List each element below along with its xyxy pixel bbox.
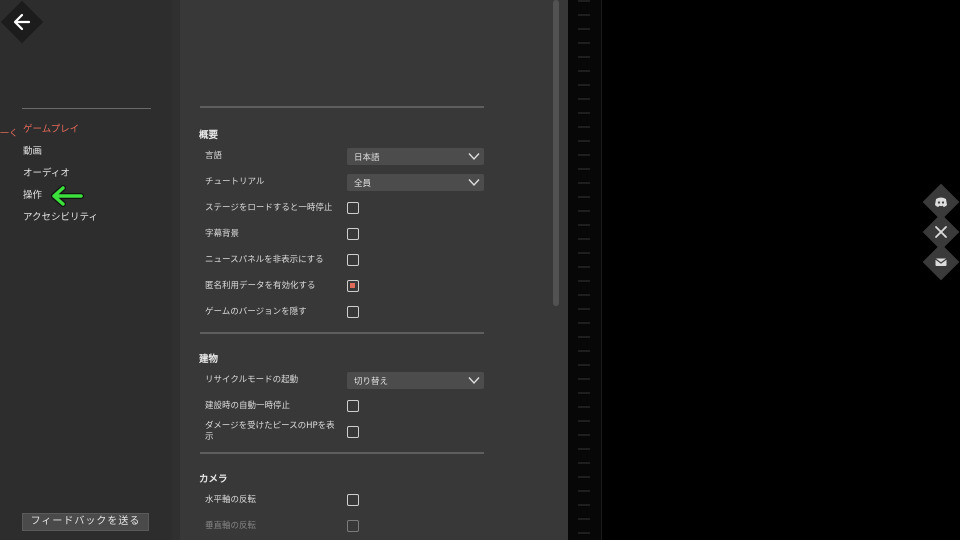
nav-item-label: アクセシビリティ (23, 212, 98, 223)
mail-icon (935, 258, 947, 266)
nav-item-audio[interactable]: オーディオ (0, 165, 172, 187)
anon-data-label: 匿名利用データを有効化する (205, 281, 316, 291)
nav-item-label: 動画 (23, 146, 43, 157)
damage-hp-checkbox[interactable] (347, 426, 359, 438)
language-value: 日本語 (354, 153, 380, 163)
invert-h-label: 水平軸の反転 (205, 495, 257, 505)
feedback-button[interactable]: フィードバックを送る (22, 513, 149, 531)
subtitle-bg-checkbox[interactable] (347, 228, 359, 240)
nav-item-controls[interactable]: 操作 (0, 187, 172, 209)
nav-item-gameplay[interactable]: 一く ゲームプレイ (0, 121, 172, 143)
section-divider (200, 332, 484, 334)
panel-scrollbar[interactable] (553, 0, 559, 306)
settings-nav: 一く ゲームプレイ 動画 オーディオ 操作 アクセシビリティ (0, 121, 172, 231)
x-icon (935, 226, 947, 238)
nav-item-accessibility[interactable]: アクセシビリティ (0, 209, 172, 231)
hide-version-label: ゲームのバージョンを隠す (205, 307, 307, 317)
active-indicator-icon: 一く (0, 129, 19, 139)
section-divider (200, 452, 484, 454)
chevron-down-icon (468, 153, 480, 161)
damage-hp-label: ダメージを受けたピースのHPを表示 (205, 421, 335, 442)
settings-panel (172, 0, 568, 540)
section-title-building: 建物 (199, 354, 219, 365)
recycle-value: 切り替え (354, 377, 389, 387)
sidebar-divider (22, 108, 151, 109)
invert-h-checkbox[interactable] (347, 494, 359, 506)
recycle-dropdown[interactable]: 切り替え (347, 372, 484, 389)
language-dropdown[interactable]: 日本語 (347, 148, 484, 165)
pause-on-load-label: ステージをロードすると一時停止 (205, 203, 333, 213)
chevron-down-icon (468, 377, 480, 385)
nav-item-label: ゲームプレイ (23, 124, 80, 135)
auto-pause-checkbox[interactable] (347, 400, 359, 412)
nav-item-label: 操作 (23, 190, 43, 201)
section-title-overview: 概要 (199, 130, 219, 141)
pause-on-load-checkbox[interactable] (347, 202, 359, 214)
preview-area (602, 0, 960, 540)
hide-news-checkbox[interactable] (347, 254, 359, 266)
subtitle-bg-label: 字幕背景 (205, 229, 240, 239)
section-title-camera: カメラ (199, 474, 228, 485)
recycle-label: リサイクルモードの起動 (205, 375, 299, 385)
tutorial-label: チュートリアル (205, 177, 265, 187)
language-label: 言語 (205, 151, 223, 161)
anon-data-checkbox[interactable] (347, 280, 359, 292)
tutorial-value: 全員 (354, 179, 372, 189)
highlight-arrow-icon (51, 185, 84, 207)
nav-item-label: オーディオ (23, 168, 70, 179)
arrow-left-icon (13, 13, 31, 31)
film-strip-divider (568, 0, 602, 540)
discord-icon (935, 197, 947, 207)
nav-item-video[interactable]: 動画 (0, 143, 172, 165)
tutorial-dropdown[interactable]: 全員 (347, 174, 484, 191)
panel-edge (172, 0, 180, 540)
auto-pause-label: 建設時の自動一時停止 (205, 401, 291, 411)
invert-v-checkbox[interactable] (347, 520, 359, 532)
hide-version-checkbox[interactable] (347, 306, 359, 318)
section-divider (200, 106, 484, 108)
settings-sidebar: 一く ゲームプレイ 動画 オーディオ 操作 アクセシビリティ フィードバックを送… (0, 0, 172, 540)
invert-v-label: 垂直軸の反転 (205, 521, 257, 531)
hide-news-label: ニュースパネルを非表示にする (205, 255, 324, 265)
back-button[interactable] (0, 0, 44, 44)
chevron-down-icon (468, 179, 480, 187)
